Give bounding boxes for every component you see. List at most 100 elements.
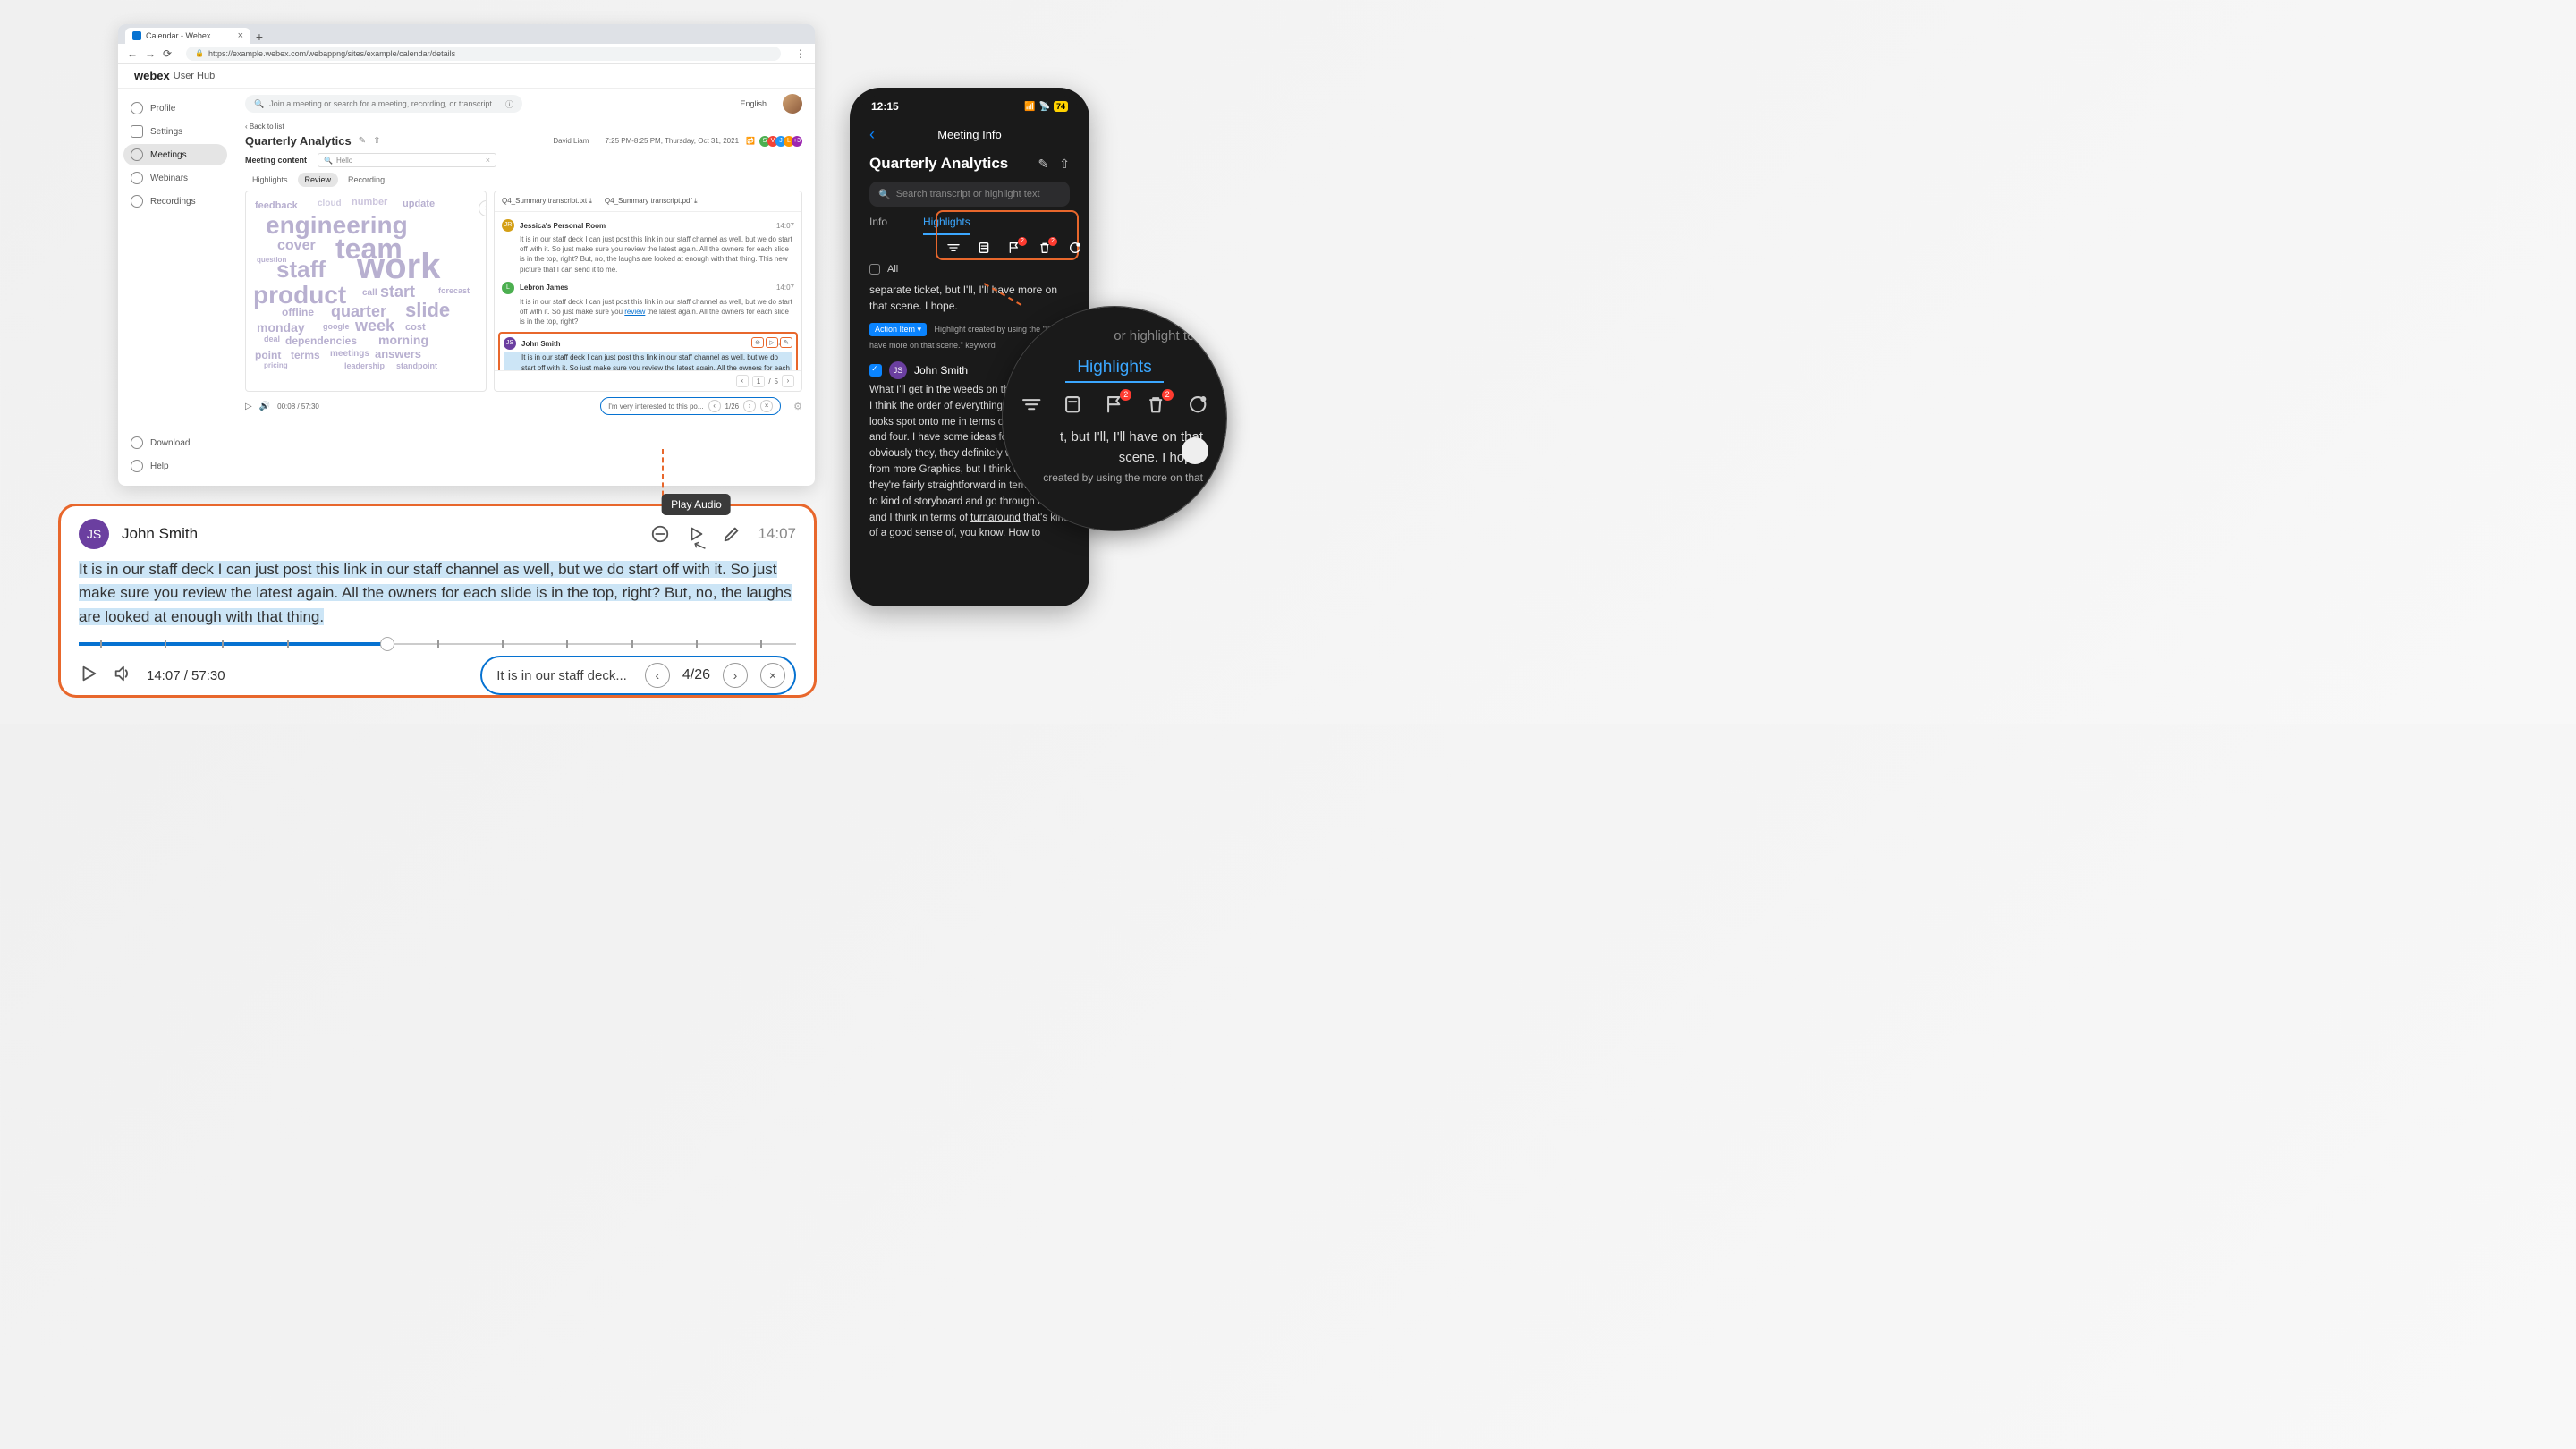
sidebar-item-recordings[interactable]: Recordings bbox=[123, 191, 227, 212]
edit-icon[interactable]: ✎ bbox=[359, 136, 366, 146]
meetings-icon bbox=[131, 148, 143, 161]
clear-icon[interactable]: × bbox=[486, 156, 490, 165]
info-icon[interactable]: ⓘ bbox=[505, 98, 513, 110]
select-all-checkbox[interactable] bbox=[869, 264, 880, 275]
new-tab-button[interactable]: + bbox=[250, 30, 268, 44]
play-audio-icon[interactable]: Play Audio ↖ bbox=[686, 524, 706, 544]
timestamp: 14:07 bbox=[758, 525, 796, 543]
search-hint: or highlight text bbox=[1021, 328, 1208, 343]
tab-info[interactable]: Info bbox=[869, 216, 887, 235]
search-input[interactable]: 🔍 Join a meeting or search for a meeting… bbox=[245, 95, 522, 113]
find-next-icon[interactable]: › bbox=[743, 400, 756, 412]
transcript-entry[interactable]: JSJohn Smith⊖▷✎14:07It is in our staff d… bbox=[498, 332, 798, 370]
page-title: Quarterly Analytics bbox=[245, 134, 352, 148]
record-icon[interactable] bbox=[1068, 241, 1082, 257]
share-icon[interactable]: ⇧ bbox=[373, 136, 380, 146]
url-row: ← → ⟳ 🔒 https://example.webex.com/webapp… bbox=[118, 44, 815, 64]
find-count: 4/26 bbox=[682, 667, 710, 683]
share-icon[interactable]: ⇧ bbox=[1059, 157, 1070, 172]
tab-recording[interactable]: Recording bbox=[341, 173, 392, 187]
tooltip: Play Audio bbox=[662, 494, 731, 515]
record-icon[interactable] bbox=[1187, 394, 1208, 417]
find-next-icon[interactable]: › bbox=[723, 663, 748, 688]
find-pill: It is in our staff deck... ‹ 4/26 › × bbox=[480, 656, 796, 695]
meeting-title: Quarterly Analytics bbox=[869, 155, 1008, 173]
find-text[interactable]: It is in our staff deck... bbox=[491, 668, 632, 683]
mag-text: t, but I'll, I'll have on that scene. I … bbox=[1021, 428, 1208, 468]
play-icon[interactable]: ▷ bbox=[766, 337, 778, 348]
search-icon: 🔍 bbox=[254, 99, 264, 109]
word-cloud[interactable]: feedback cloud number update engineering… bbox=[245, 191, 487, 392]
back-link[interactable]: Back to list bbox=[233, 119, 815, 134]
find-bar[interactable]: I'm very interested to this po... ‹ 1/26… bbox=[600, 397, 781, 415]
tab-highlights[interactable]: Highlights bbox=[245, 173, 295, 187]
play-icon[interactable]: ▷ bbox=[245, 402, 252, 411]
slider-thumb[interactable] bbox=[380, 637, 394, 651]
volume-button[interactable] bbox=[113, 664, 132, 688]
edit-icon[interactable]: ✎ bbox=[1038, 157, 1049, 172]
sidebar-item-meetings[interactable]: Meetings bbox=[123, 144, 227, 165]
filter-icon[interactable] bbox=[1021, 394, 1042, 417]
settings-icon[interactable]: ⚙ bbox=[793, 401, 802, 412]
reload-icon[interactable]: ⟳ bbox=[163, 47, 172, 60]
checkbox-checked[interactable] bbox=[869, 364, 882, 377]
content-search[interactable]: 🔍 Hello × bbox=[318, 153, 496, 167]
forward-icon[interactable]: → bbox=[145, 47, 156, 60]
edit-icon[interactable]: ✎ bbox=[780, 337, 792, 348]
note-icon[interactable] bbox=[1062, 394, 1083, 417]
download-txt[interactable]: Q4_Summary transcript.txt ⤓ bbox=[502, 197, 592, 206]
page-prev[interactable]: ‹ bbox=[736, 375, 749, 387]
page-next[interactable]: › bbox=[782, 375, 794, 387]
tab-highlights[interactable]: Highlights bbox=[923, 216, 970, 235]
search-input[interactable]: 🔍 Search transcript or highlight text bbox=[869, 182, 1070, 207]
find-prev-icon[interactable]: ‹ bbox=[645, 663, 670, 688]
search-placeholder: Join a meeting or search for a meeting, … bbox=[269, 99, 492, 108]
sidebar-item-help[interactable]: Help bbox=[123, 455, 227, 477]
action-item-badge[interactable]: Action Item ▾ bbox=[869, 323, 927, 336]
find-close-icon[interactable]: × bbox=[760, 663, 785, 688]
remove-icon[interactable]: ⊖ bbox=[751, 337, 764, 348]
find-prev-icon[interactable]: ‹ bbox=[708, 400, 721, 412]
flag-icon[interactable]: 2 bbox=[1104, 394, 1125, 417]
webinar-icon bbox=[131, 172, 143, 184]
transcript-entry[interactable]: LLebron James14:07It is in our staff dec… bbox=[502, 278, 794, 331]
download-pdf[interactable]: Q4_Summary transcript.pdf ⤓ bbox=[605, 197, 698, 206]
sidebar-item-download[interactable]: Download bbox=[123, 432, 227, 453]
back-icon[interactable]: ← bbox=[127, 47, 138, 60]
brand: webex bbox=[134, 69, 170, 82]
page-total: 5 bbox=[775, 377, 778, 386]
tab-review[interactable]: Review bbox=[298, 173, 339, 187]
flag-icon[interactable]: 2 bbox=[1007, 241, 1021, 257]
status-bar: 12:15 📶 📡 74 bbox=[857, 95, 1082, 118]
download-icon bbox=[131, 436, 143, 449]
avatar[interactable] bbox=[783, 94, 802, 114]
trash-icon[interactable]: 2 bbox=[1145, 394, 1166, 417]
browser-tab[interactable]: Calendar - Webex × bbox=[125, 28, 250, 44]
sidebar-item-settings[interactable]: Settings bbox=[123, 121, 227, 142]
back-icon[interactable]: ‹ bbox=[869, 125, 875, 144]
playback-slider[interactable] bbox=[79, 640, 796, 648]
transcript-callout: JS John Smith Play Audio ↖ 14:07 It is i… bbox=[58, 504, 817, 698]
mag-subtext: created by using the more on that bbox=[1021, 471, 1208, 484]
sidebar-item-webinars[interactable]: Webinars bbox=[123, 167, 227, 189]
play-button[interactable] bbox=[79, 664, 98, 688]
trash-icon[interactable]: 2 bbox=[1038, 241, 1052, 257]
gear-icon bbox=[131, 125, 143, 138]
transcript-entry[interactable]: JRJessica's Personal Room14:07It is in o… bbox=[502, 216, 794, 278]
participant-badges[interactable]: SVJL+3 bbox=[762, 136, 802, 147]
highlights-tab[interactable]: Highlights bbox=[1065, 358, 1164, 383]
edit-icon[interactable] bbox=[722, 524, 741, 544]
filter-icon[interactable] bbox=[946, 241, 961, 257]
meeting-content-label: Meeting content bbox=[245, 156, 307, 165]
browser-menu-icon[interactable]: ⋮ bbox=[786, 47, 815, 60]
note-icon[interactable] bbox=[977, 241, 991, 257]
url-bar[interactable]: 🔒 https://example.webex.com/webappng/sit… bbox=[186, 47, 781, 61]
sidebar-item-profile[interactable]: Profile bbox=[123, 97, 227, 119]
volume-icon[interactable]: 🔊 bbox=[259, 402, 270, 411]
find-close-icon[interactable]: × bbox=[760, 400, 773, 412]
nav-buttons: ← → ⟳ bbox=[118, 47, 181, 60]
language-selector[interactable]: English bbox=[740, 99, 767, 108]
close-tab-icon[interactable]: × bbox=[238, 30, 243, 41]
speaker-name: John Smith bbox=[122, 525, 198, 543]
remove-highlight-icon[interactable] bbox=[650, 524, 670, 544]
